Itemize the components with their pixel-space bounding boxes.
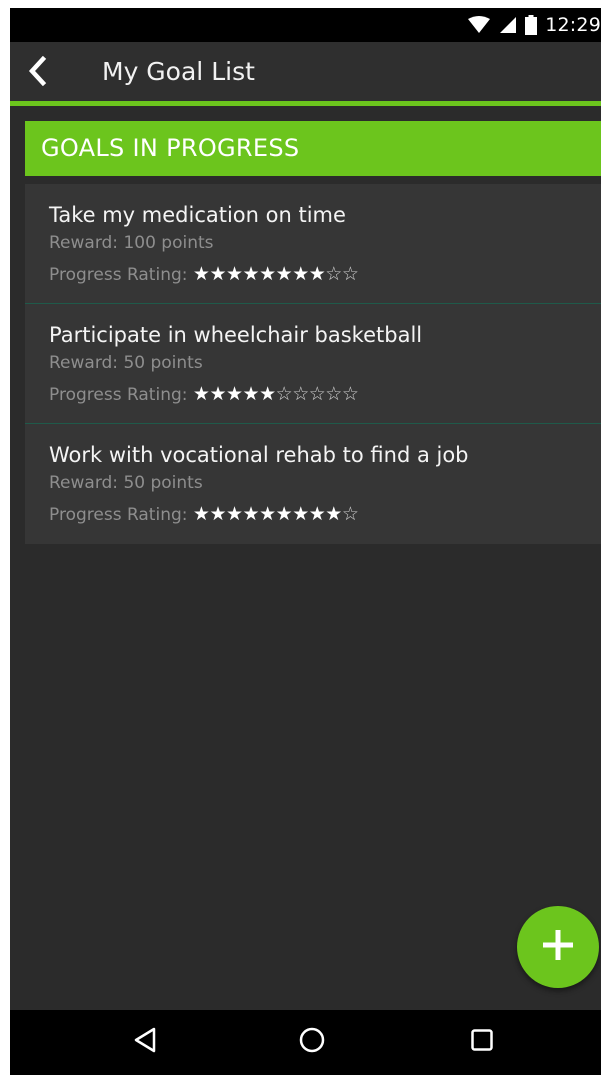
goal-reward: Reward: 50 points — [49, 473, 203, 493]
star-empty-icon: ☆ — [341, 263, 359, 285]
star-filled-icon: ★ — [292, 503, 309, 525]
star-empty-icon: ☆ — [308, 383, 326, 405]
nav-recents-button[interactable] — [462, 1022, 502, 1062]
goal-progress-rating: Progress Rating: ★★★★★☆☆☆☆☆ — [49, 382, 359, 407]
section-header: GOALS IN PROGRESS — [25, 121, 601, 176]
plus-icon — [541, 928, 575, 966]
progress-rating-label: Progress Rating: — [49, 385, 188, 405]
goal-title: Participate in wheelchair basketball — [49, 323, 423, 347]
section-title: GOALS IN PROGRESS — [41, 134, 300, 162]
star-filled-icon: ★ — [209, 383, 226, 405]
goal-list: Take my medication on time Reward: 100 p… — [25, 184, 601, 544]
navigation-bar — [10, 1010, 601, 1075]
goal-item[interactable]: Work with vocational rehab to find a job… — [25, 424, 601, 544]
progress-rating-label: Progress Rating: — [49, 265, 188, 285]
star-filled-icon: ★ — [192, 383, 210, 405]
star-filled-icon: ★ — [242, 503, 260, 525]
wifi-icon — [467, 16, 491, 34]
goal-title: Take my medication on time — [49, 203, 346, 227]
back-button[interactable] — [20, 55, 54, 90]
star-filled-icon: ★ — [292, 263, 309, 285]
star-filled-icon: ★ — [308, 503, 326, 525]
star-filled-icon: ★ — [226, 263, 243, 285]
goal-reward: Reward: 50 points — [49, 353, 203, 373]
goal-title: Work with vocational rehab to find a job — [49, 443, 469, 467]
star-filled-icon: ★ — [259, 503, 276, 525]
status-bar: 12:29 — [10, 8, 601, 42]
star-empty-icon: ☆ — [341, 383, 359, 405]
star-filled-icon: ★ — [259, 263, 276, 285]
add-goal-button[interactable] — [517, 906, 599, 988]
goal-progress-rating: Progress Rating: ★★★★★★★★☆☆ — [49, 262, 359, 287]
goal-item[interactable]: Take my medication on time Reward: 100 p… — [25, 184, 601, 304]
star-filled-icon: ★ — [192, 503, 210, 525]
signal-icon — [499, 16, 517, 34]
battery-icon — [525, 15, 538, 35]
status-icons: 12:29 — [467, 8, 601, 42]
star-rating: ★★★★★★★★★☆ — [192, 503, 359, 525]
star-filled-icon: ★ — [226, 383, 243, 405]
progress-rating-label: Progress Rating: — [49, 505, 188, 525]
star-empty-icon: ☆ — [341, 503, 359, 525]
goal-reward: Reward: 100 points — [49, 233, 214, 253]
status-time: 12:29 — [545, 14, 601, 36]
star-rating: ★★★★★★★★☆☆ — [192, 263, 359, 285]
star-empty-icon: ☆ — [325, 263, 342, 285]
star-filled-icon: ★ — [209, 503, 226, 525]
toolbar-divider — [10, 101, 601, 106]
star-filled-icon: ★ — [242, 383, 260, 405]
chevron-left-icon — [27, 55, 47, 90]
star-filled-icon: ★ — [209, 263, 226, 285]
star-filled-icon: ★ — [259, 383, 276, 405]
nav-recents-icon — [470, 1028, 494, 1056]
app-screen: 12:29 My Goal List GOALS IN PROGRESS Tak… — [10, 8, 601, 1075]
nav-home-button[interactable] — [292, 1022, 332, 1062]
page-title: My Goal List — [102, 57, 255, 86]
goal-item[interactable]: Participate in wheelchair basketball Rew… — [25, 304, 601, 424]
star-filled-icon: ★ — [275, 263, 293, 285]
nav-home-icon — [298, 1026, 326, 1058]
star-empty-icon: ☆ — [325, 383, 342, 405]
toolbar: My Goal List — [10, 42, 601, 102]
goal-progress-rating: Progress Rating: ★★★★★★★★★☆ — [49, 502, 359, 527]
star-filled-icon: ★ — [242, 263, 260, 285]
nav-back-icon — [133, 1027, 157, 1057]
star-empty-icon: ☆ — [292, 383, 309, 405]
star-filled-icon: ★ — [275, 503, 293, 525]
nav-back-button[interactable] — [125, 1022, 165, 1062]
star-filled-icon: ★ — [308, 263, 326, 285]
star-empty-icon: ☆ — [275, 383, 293, 405]
star-rating: ★★★★★☆☆☆☆☆ — [192, 383, 359, 405]
star-filled-icon: ★ — [192, 263, 210, 285]
star-filled-icon: ★ — [325, 503, 342, 525]
star-filled-icon: ★ — [226, 503, 243, 525]
